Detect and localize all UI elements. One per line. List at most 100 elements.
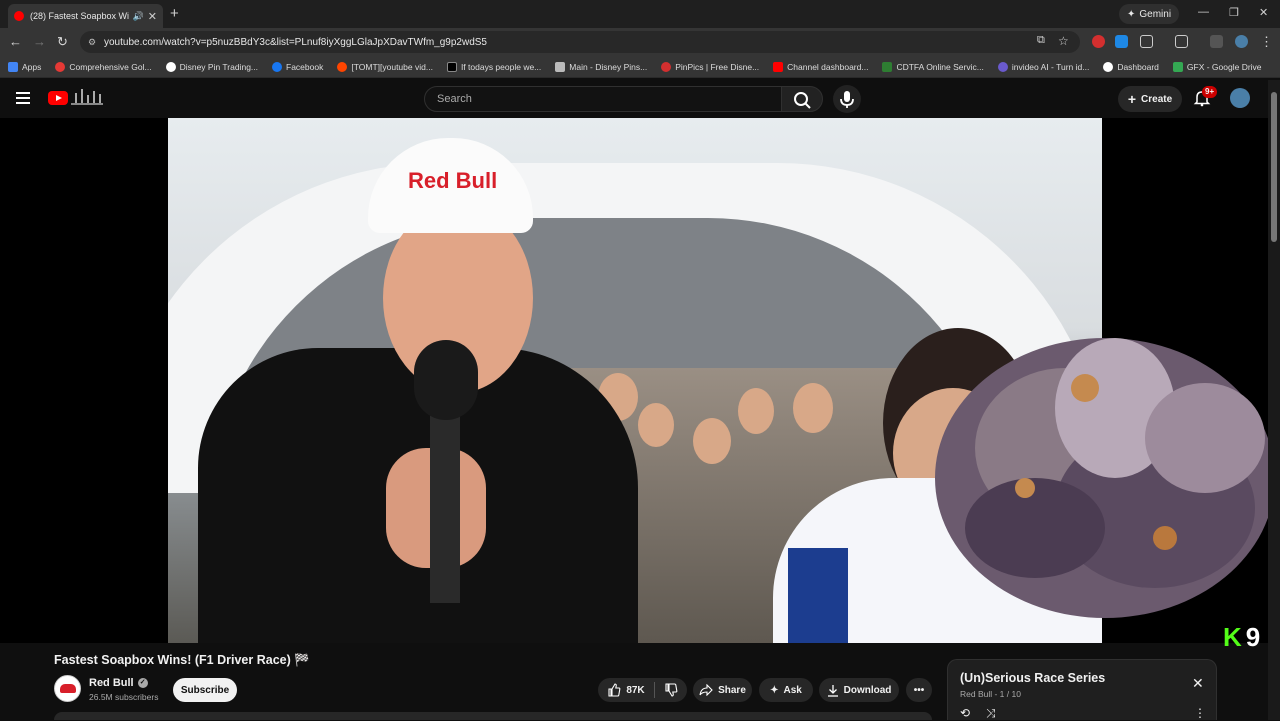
browser-tab-bar: (28) Fastest Soapbox Wins! 🔊 ✕ + ✦ Gemin… (0, 0, 1280, 28)
download-label: Download (843, 684, 892, 696)
crowd-face (738, 388, 774, 434)
mic-icon (840, 91, 854, 108)
tab-title: (28) Fastest Soapbox Wins! (30, 11, 129, 21)
share-button[interactable]: Share (693, 678, 752, 702)
window-close-icon[interactable]: ✕ (1259, 6, 1268, 19)
site-info-icon[interactable]: ⚙ (88, 37, 96, 48)
playlist-menu-icon[interactable]: ⋮ (1194, 706, 1206, 720)
bookmark-item[interactable]: Facebook (272, 61, 323, 72)
gemini-label: Gemini (1139, 8, 1172, 20)
close-icon[interactable]: ✕ (1192, 675, 1204, 692)
channel-avatar[interactable] (54, 675, 81, 702)
gemini-button[interactable]: ✦ Gemini (1119, 4, 1180, 24)
bookmark-item[interactable]: PinPics | Free Disne... (661, 61, 759, 72)
video-player[interactable]: Red Bull (0, 118, 1268, 643)
url-text: youtube.com/watch?v=p5nuzBBdY3c&list=PLn… (104, 36, 487, 48)
minimize-icon[interactable]: — (1198, 6, 1209, 18)
media-icon[interactable] (1210, 35, 1223, 48)
account-avatar[interactable] (1230, 88, 1250, 108)
verified-check-icon: ✓ (137, 678, 148, 689)
hamburger-icon[interactable] (16, 92, 30, 104)
like-icon[interactable] (607, 683, 621, 697)
crowd-face (793, 383, 833, 433)
create-button[interactable]: + Create (1118, 86, 1182, 112)
logo-doodle-icon[interactable] (71, 89, 103, 105)
youtube-favicon-icon (773, 61, 784, 72)
sidepanel-icon[interactable] (1175, 35, 1188, 48)
subscriber-count: 26.5M subscribers (89, 692, 159, 702)
plant-overlay-image (935, 338, 1268, 618)
apps-grid-icon (8, 61, 18, 72)
like-count[interactable]: 87K (626, 685, 644, 696)
extension-icon[interactable] (1115, 35, 1128, 48)
search-input[interactable]: Search (424, 86, 782, 112)
speaker-icon[interactable]: 🔊 (133, 11, 144, 22)
youtube-masthead: Search + Create 9+ (0, 80, 1268, 118)
search-icon (794, 92, 811, 109)
ask-icon: ✦ (770, 684, 779, 696)
dislike-icon[interactable] (664, 683, 678, 697)
scrollbar-thumb[interactable] (1271, 92, 1277, 242)
bookmark-item[interactable]: Comprehensive Gol... (55, 61, 152, 72)
share-icon (699, 684, 713, 696)
menu-dots-icon[interactable]: ⋮ (1260, 34, 1273, 50)
playlist-title[interactable]: (Un)Serious Race Series (960, 671, 1105, 685)
browser-tab[interactable]: (28) Fastest Soapbox Wins! 🔊 ✕ (8, 4, 163, 28)
description-box[interactable] (54, 712, 932, 720)
channel-name[interactable]: Red Bull ✓ (89, 677, 148, 689)
bookmark-star-icon[interactable]: ☆ (1058, 34, 1069, 48)
microphone-icon (414, 340, 478, 420)
extensions-puzzle-icon[interactable] (1140, 35, 1153, 48)
google-drive-icon (1172, 61, 1183, 72)
ask-button[interactable]: ✦ Ask (759, 678, 813, 702)
youtube-favicon-icon (14, 11, 24, 21)
forward-icon[interactable]: → (33, 34, 46, 49)
restore-icon[interactable]: ❐ (1229, 6, 1239, 19)
search-button[interactable] (781, 86, 823, 112)
watermark-k: K (1223, 622, 1242, 652)
bookmark-item[interactable]: Main - Disney Pins... (555, 61, 647, 72)
bookmarks-bar: Apps Comprehensive Gol... Disney Pin Tra… (0, 56, 1280, 78)
reload-icon[interactable]: ↻ (57, 34, 68, 50)
page-scrollbar[interactable] (1268, 80, 1280, 720)
subscribe-button[interactable]: Subscribe (173, 678, 237, 702)
bookmark-item[interactable]: [TOMT][youtube vid... (337, 61, 433, 72)
crowd-face (693, 418, 731, 464)
bookmark-item[interactable]: CDTFA Online Servic... (882, 61, 984, 72)
bookmark-item[interactable]: invideo AI - Turn id... (997, 61, 1089, 72)
tab-close-icon[interactable]: ✕ (148, 10, 157, 23)
shuffle-icon[interactable]: ⤨ (986, 706, 996, 721)
watermark-number: 9 (1245, 622, 1261, 652)
like-dislike-group: 87K (598, 678, 687, 702)
bookmark-item[interactable]: Apps (8, 61, 41, 72)
cap-logo-text: Red Bull (408, 168, 498, 193)
bookmark-favicon-icon (165, 61, 176, 72)
bookmark-item[interactable]: GFX - Google Drive (1172, 61, 1262, 72)
racesuit-stripe (788, 548, 848, 643)
address-toolbar: ← → ↻ ⚙ youtube.com/watch?v=p5nuzBBdY3c&… (0, 28, 1280, 56)
reddit-icon (337, 61, 348, 72)
download-button[interactable]: Download (819, 678, 899, 702)
install-icon[interactable]: ⧉ (1037, 34, 1045, 47)
back-icon[interactable]: ← (9, 34, 22, 49)
profile-avatar[interactable] (1235, 35, 1248, 48)
video-title: Fastest Soapbox Wins! (F1 Driver Race) 🏁 (54, 653, 310, 667)
voice-search-button[interactable] (833, 85, 861, 113)
bookmark-item[interactable]: Channel dashboard... (773, 61, 868, 72)
more-actions-button[interactable]: ••• (906, 678, 932, 702)
tiktok-icon (446, 61, 457, 72)
channel-watermark[interactable]: K9 (1223, 622, 1260, 653)
bookmark-item[interactable]: Dashboard (1103, 61, 1159, 72)
bookmark-favicon-icon (1103, 61, 1114, 72)
extension-icon[interactable] (1092, 35, 1105, 48)
loop-icon[interactable]: ⟲ (960, 706, 970, 720)
playlist-panel: (Un)Serious Race Series Red Bull - 1 / 1… (947, 659, 1217, 720)
plus-icon: + (1127, 91, 1137, 107)
ask-label: Ask (783, 684, 802, 696)
new-tab-button[interactable]: + (170, 5, 179, 22)
youtube-logo-icon[interactable] (48, 91, 68, 105)
url-field[interactable]: ⚙ youtube.com/watch?v=p5nuzBBdY3c&list=P… (80, 31, 1080, 53)
bookmark-item[interactable]: Disney Pin Trading... (165, 61, 258, 72)
search-placeholder: Search (437, 93, 472, 105)
bookmark-item[interactable]: If todays people we... (446, 61, 541, 72)
